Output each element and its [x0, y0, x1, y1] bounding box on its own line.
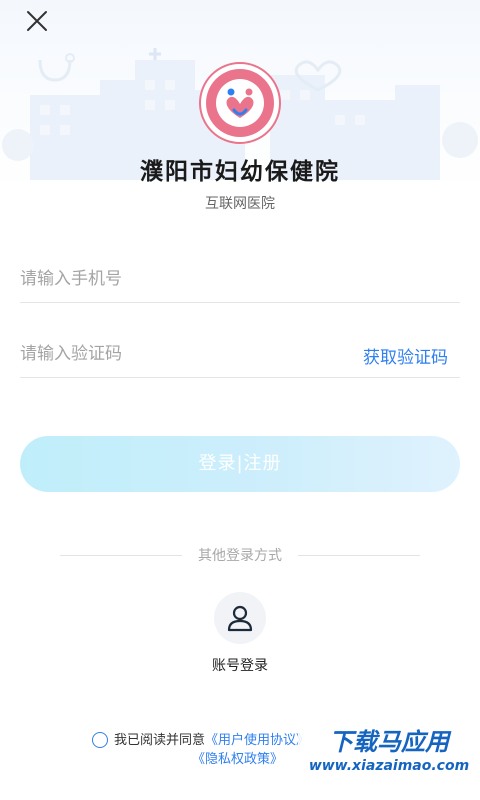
- verification-code-input[interactable]: [20, 339, 320, 369]
- watermark-url: www.xiazaimao.com: [309, 758, 469, 774]
- agreement-prefix: 我已阅读并同意: [114, 733, 206, 748]
- account-login-label: 账号登录: [212, 658, 268, 674]
- phone-field: [20, 256, 460, 303]
- phone-input[interactable]: [20, 264, 320, 294]
- user-agreement-link[interactable]: 《用户使用协议》: [205, 733, 309, 748]
- person-icon: [227, 605, 253, 632]
- hospital-name: 濮阳市妇幼保健院: [140, 159, 340, 185]
- divider-line-left: [60, 554, 182, 556]
- agreement-line-2: 《隐私权政策》: [192, 750, 283, 770]
- code-field: 获取验证码: [20, 331, 460, 378]
- agree-checkbox[interactable]: [92, 732, 108, 748]
- other-login-label: 其他登录方式: [198, 548, 282, 564]
- watermark: 下载马应用 www.xiazaimao.com: [298, 720, 480, 778]
- divider-line-right: [298, 554, 420, 556]
- close-button[interactable]: [22, 6, 52, 36]
- account-login-button[interactable]: 账号登录: [190, 592, 290, 682]
- get-code-button[interactable]: 获取验证码: [363, 343, 448, 368]
- login-register-button[interactable]: 登录|注册: [20, 436, 460, 492]
- other-login-divider: 其他登录方式: [60, 545, 420, 565]
- close-icon: [27, 11, 47, 31]
- account-icon-circle: [214, 592, 266, 644]
- hospital-subtitle: 互联网医院: [205, 196, 275, 212]
- privacy-policy-link[interactable]: 《隐私权政策》: [192, 752, 283, 767]
- agreement-line-1: 我已阅读并同意《用户使用协议》: [114, 731, 309, 751]
- hospital-logo: [199, 62, 281, 144]
- watermark-title: 下载马应用: [329, 728, 452, 756]
